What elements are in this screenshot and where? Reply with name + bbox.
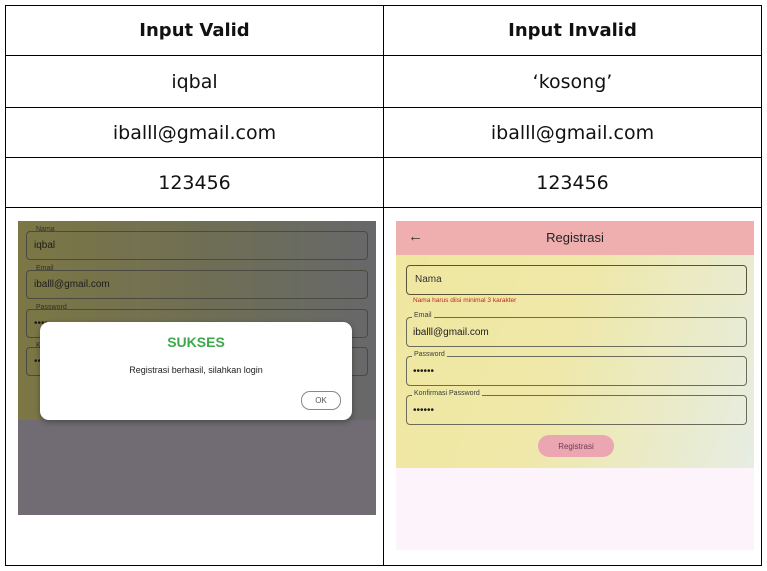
- dialog-title: SUKSES: [167, 334, 225, 350]
- success-dialog: SUKSES Registrasi berhasil, silahkan log…: [40, 322, 352, 420]
- field-value: iqbal: [34, 240, 56, 251]
- table-cell: 123456: [536, 171, 609, 194]
- nama-field[interactable]: Nama iqbal: [26, 226, 368, 260]
- email-field[interactable]: Email iballl@gmail.com: [406, 312, 747, 347]
- nama-error-message: Nama harus diisi minimal 3 karakter: [413, 297, 517, 304]
- field-value: ••••••: [413, 405, 435, 416]
- table-border: [761, 5, 762, 566]
- ok-button[interactable]: OK: [301, 391, 341, 410]
- field-label: Nama: [36, 226, 55, 233]
- header-input-invalid: Input Invalid: [508, 20, 637, 41]
- header-input-valid: Input Valid: [139, 20, 250, 41]
- dialog-message: Registrasi berhasil, silahkan login: [129, 365, 263, 375]
- nama-field[interactable]: Nama: [406, 265, 747, 295]
- table-cell: iballl@gmail.com: [112, 121, 277, 144]
- confirm-password-field[interactable]: Konfirmasi Password ••••••: [406, 390, 747, 425]
- invalid-input-screenshot: ← Registrasi Nama Nama harus diisi minim…: [396, 221, 754, 550]
- table-cell: iqbal: [171, 70, 218, 93]
- table-cell: 123456: [158, 171, 231, 194]
- table-cell: iballl@gmail.com: [490, 121, 655, 144]
- field-value: iballl@gmail.com: [34, 279, 110, 290]
- app-bar: ← Registrasi: [396, 221, 754, 255]
- registrasi-button[interactable]: Registrasi: [538, 435, 614, 457]
- app-bar-title: Registrasi: [546, 230, 604, 245]
- valid-input-screenshot: Nama iqbal Email iballl@gmail.com Passwo…: [18, 221, 376, 515]
- field-label: Konfirmasi Password: [412, 390, 482, 397]
- field-label: Password: [412, 351, 447, 358]
- field-value: ••••••: [413, 366, 435, 377]
- table-cell: ‘kosong’: [532, 70, 613, 93]
- field-label: Email: [412, 312, 434, 319]
- field-value: iballl@gmail.com: [413, 327, 489, 338]
- email-field[interactable]: Email iballl@gmail.com: [26, 265, 368, 299]
- field-label: Password: [36, 304, 67, 311]
- password-field[interactable]: Password ••••••: [406, 351, 747, 386]
- nama-placeholder: Nama: [415, 274, 442, 285]
- field-label: Email: [36, 265, 54, 272]
